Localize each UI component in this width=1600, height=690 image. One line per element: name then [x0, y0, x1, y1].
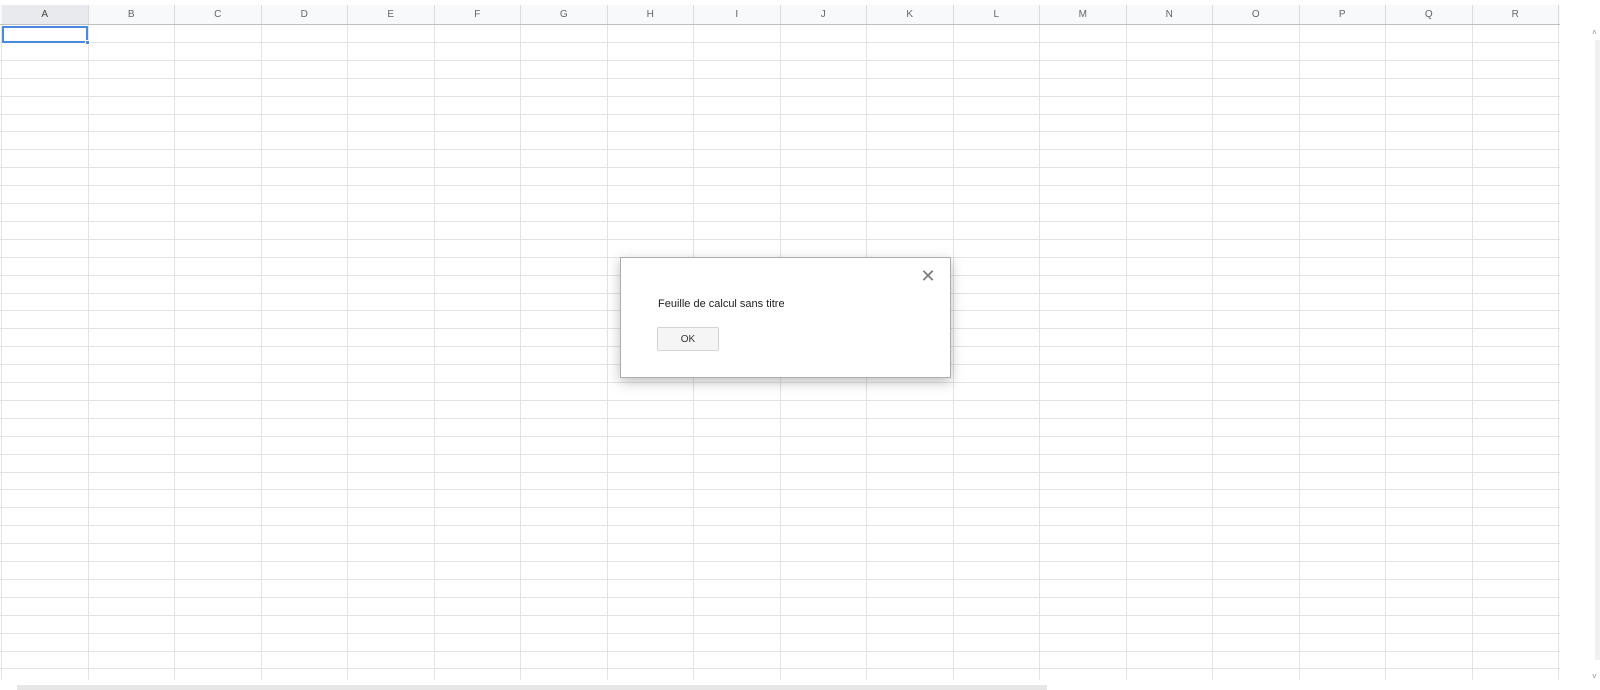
close-icon[interactable]: ✕ [920, 267, 936, 285]
grid-row-line [0, 650, 1560, 652]
grid-row-line [0, 382, 1560, 383]
grid-row-line [0, 113, 1560, 115]
grid-row-line [0, 453, 1560, 455]
column-header-q[interactable]: Q [1386, 5, 1473, 24]
grid-row-line [0, 543, 1560, 545]
grid-column-line [1298, 25, 1300, 680]
column-header-r[interactable]: R [1473, 5, 1559, 24]
ok-button[interactable]: OK [657, 327, 719, 351]
scroll-up-arrow-icon[interactable]: ˄ [1592, 28, 1597, 37]
grid-row-line [0, 489, 1560, 491]
grid-row-line [0, 203, 1560, 204]
grid-row-line [0, 185, 1560, 187]
grid-column-line [433, 25, 435, 680]
column-header-p[interactable]: P [1300, 5, 1386, 24]
grid-row-line [0, 525, 1560, 527]
fill-handle[interactable] [85, 40, 90, 45]
alert-dialog: ✕ Feuille de calcul sans titre OK [620, 257, 951, 378]
scroll-down-arrow-icon[interactable]: ˅ [1592, 672, 1597, 681]
vertical-scrollbar-thumb[interactable] [1595, 40, 1600, 660]
grid-column-line [1125, 25, 1127, 680]
grid-column-line [174, 25, 175, 680]
column-header-f[interactable]: F [435, 5, 521, 24]
dialog-message: Feuille de calcul sans titre [658, 298, 785, 310]
grid-row-line [0, 668, 1560, 670]
grid-row-line [0, 399, 1560, 401]
grid-row-line [0, 561, 1560, 562]
grid-row-line [0, 77, 1560, 79]
grid-column-line [1385, 25, 1386, 680]
column-header-e[interactable]: E [348, 5, 435, 24]
grid-column-line [1039, 25, 1040, 680]
column-header-j[interactable]: J [781, 5, 867, 24]
grid-row-line [0, 167, 1560, 169]
grid-column-line [1471, 25, 1473, 680]
grid-row-line [0, 471, 1560, 473]
grid-row-line [0, 632, 1560, 634]
grid-row-line [0, 614, 1560, 616]
column-header-g[interactable]: G [521, 5, 608, 24]
grid-row-line [0, 507, 1560, 509]
grid-row-line [0, 149, 1560, 151]
column-header-row: ABCDEFGHIJKLMNOPQR [0, 5, 1560, 25]
grid-row-line [0, 59, 1560, 61]
horizontal-scrollbar-thumb[interactable] [17, 685, 1047, 690]
column-header-m[interactable]: M [1040, 5, 1127, 24]
column-header-h[interactable]: H [608, 5, 694, 24]
column-header-o[interactable]: O [1213, 5, 1300, 24]
column-header-a[interactable]: A [2, 5, 89, 24]
column-header-c[interactable]: C [175, 5, 262, 24]
grid-column-line [952, 25, 954, 680]
column-header-i[interactable]: I [694, 5, 781, 24]
spreadsheet-app: ABCDEFGHIJKLMNOPQR ˄ ˅ ✕ Feuille de calc… [0, 0, 1600, 690]
grid-column-line [1212, 25, 1213, 680]
grid-row-line [0, 417, 1560, 419]
column-header-b[interactable]: B [89, 5, 175, 24]
grid-column-line [347, 25, 348, 680]
grid-row-line [0, 220, 1560, 222]
grid-column-line [520, 25, 521, 680]
grid-row-line [0, 41, 1560, 43]
grid-column-line [606, 25, 608, 680]
grid-column-line [87, 25, 89, 680]
column-header-n[interactable]: N [1127, 5, 1213, 24]
grid-column-line [1558, 25, 1559, 680]
grid-row-line [0, 95, 1560, 97]
grid-column-line [1, 25, 2, 680]
grid-row-line [0, 131, 1560, 133]
grid-row-line [0, 596, 1560, 598]
active-cell-selection[interactable] [2, 26, 88, 43]
column-header-l[interactable]: L [954, 5, 1040, 24]
column-header-d[interactable]: D [262, 5, 348, 24]
column-header-k[interactable]: K [867, 5, 954, 24]
grid-row-line [0, 435, 1560, 437]
grid-row-line [0, 238, 1560, 240]
grid-column-line [260, 25, 262, 680]
grid-row-line [0, 578, 1560, 580]
